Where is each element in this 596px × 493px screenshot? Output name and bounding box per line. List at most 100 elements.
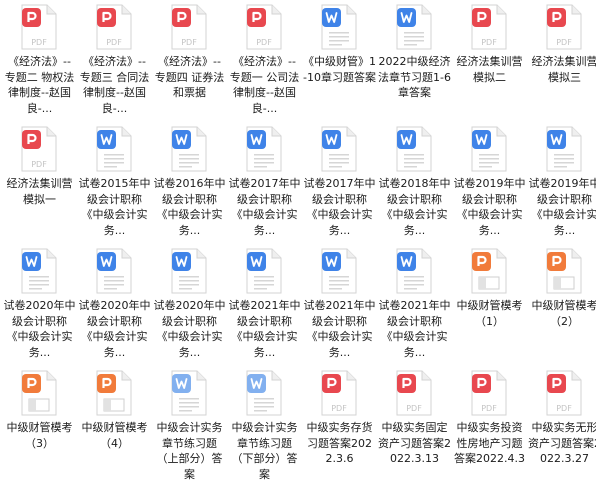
pdf-icon: PDF xyxy=(246,4,282,50)
file-name: 试卷2020年中级会计职称《中级会计实务... xyxy=(153,299,226,359)
file-item[interactable]: 试卷2018年中级会计职称《中级会计实务... xyxy=(377,122,452,244)
pdf-icon: PDF xyxy=(321,370,357,416)
word-icon xyxy=(171,248,207,294)
file-item[interactable]: 试卷2020年中级会计职称《中级会计实务... xyxy=(2,244,77,366)
file-name: 中级财管模考（2） xyxy=(531,299,596,328)
pdf-caption: PDF xyxy=(106,38,122,47)
file-item[interactable]: PDF 中级实务无形资产习题答案2022.3.27 xyxy=(527,366,596,488)
pdf-icon: PDF xyxy=(471,370,507,416)
file-item[interactable]: PDF 《经济法》--专题一 公司法律制度--赵国良-... xyxy=(227,0,302,122)
file-name: 经济法集训营模拟一 xyxy=(6,177,73,206)
word-icon xyxy=(546,126,582,172)
ppt-icon xyxy=(96,370,132,416)
file-item[interactable]: 中级财管模考（2） xyxy=(527,244,596,366)
pdf-caption: PDF xyxy=(556,38,572,47)
file-item[interactable]: 试卷2017年中级会计职称《中级会计实务... xyxy=(302,122,377,244)
file-name: 试卷2020年中级会计职称《中级会计实务... xyxy=(78,299,151,359)
pdf-file-icon: PDF xyxy=(96,4,132,50)
pdf-caption: PDF xyxy=(31,160,47,169)
word-file-icon xyxy=(396,248,432,294)
word-icon xyxy=(96,126,132,172)
file-name: 2022中级经济法章节习题1-6章答案 xyxy=(378,55,451,99)
pdf-icon: PDF xyxy=(96,4,132,50)
file-name: 《经济法》--专题三 合同法律制度--赵国良-... xyxy=(79,55,150,115)
file-item[interactable]: 试卷2019年中级会计职称《中级会计实务... xyxy=(452,122,527,244)
file-name: 试卷2020年中级会计职称《中级会计实务... xyxy=(3,299,76,359)
file-item[interactable]: 中级财管模考（4） xyxy=(77,366,152,488)
file-item[interactable]: 中级会计实务章节练习题（上部分）答案 xyxy=(152,366,227,488)
word-file-icon xyxy=(171,248,207,294)
pdf-icon: PDF xyxy=(471,4,507,50)
file-item[interactable]: 中级财管模考（3） xyxy=(2,366,77,488)
word-file-icon xyxy=(396,4,432,50)
file-item[interactable]: PDF 《经济法》--专题四 证券法和票据 xyxy=(152,0,227,122)
file-item[interactable]: PDF 中级实务固定资产习题答案2022.3.13 xyxy=(377,366,452,488)
ppt-file-icon xyxy=(21,370,57,416)
word-light-file-icon xyxy=(246,370,282,416)
file-item[interactable]: PDF 中级实务投资性房地产习题答案2022.4.3 xyxy=(452,366,527,488)
word-file-icon xyxy=(171,126,207,172)
file-name: 试卷2021年中级会计职称《中级会计实务... xyxy=(228,299,301,359)
file-item[interactable]: 《中级财管》1-10章习题答案 xyxy=(302,0,377,122)
pdf-icon: PDF xyxy=(171,4,207,50)
pdf-icon: PDF xyxy=(546,4,582,50)
word-icon xyxy=(471,126,507,172)
pdf-icon: PDF xyxy=(21,4,57,50)
file-name: 《中级财管》1-10章习题答案 xyxy=(303,55,376,84)
file-item[interactable]: PDF 《经济法》--专题三 合同法律制度--赵国良-... xyxy=(77,0,152,122)
file-item[interactable]: 试卷2021年中级会计职称《中级会计实务... xyxy=(377,244,452,366)
ppt-icon xyxy=(21,370,57,416)
file-item[interactable]: PDF 经济法集训营模拟二 xyxy=(452,0,527,122)
word-icon xyxy=(321,126,357,172)
file-item[interactable]: PDF 经济法集训营模拟三 xyxy=(527,0,596,122)
file-name: 中级实务投资性房地产习题答案2022.4.3 xyxy=(454,421,525,465)
pdf-caption: PDF xyxy=(331,404,347,413)
pdf-caption: PDF xyxy=(481,404,497,413)
pdf-file-icon: PDF xyxy=(321,370,357,416)
file-name: 中级实务固定资产习题答案2022.3.13 xyxy=(378,421,451,465)
file-item[interactable]: 中级会计实务章节练习题（下部分）答案 xyxy=(227,366,302,488)
word-file-icon xyxy=(96,248,132,294)
file-item[interactable]: PDF 经济法集训营模拟一 xyxy=(2,122,77,244)
file-item[interactable]: 2022中级经济法章节习题1-6章答案 xyxy=(377,0,452,122)
word-icon xyxy=(171,126,207,172)
ppt-file-icon xyxy=(471,248,507,294)
file-name: 中级会计实务章节练习题（上部分）答案 xyxy=(156,421,223,481)
word-file-icon xyxy=(21,248,57,294)
pdf-icon: PDF xyxy=(21,126,57,172)
pdf-icon: PDF xyxy=(396,370,432,416)
pdf-caption: PDF xyxy=(181,38,197,47)
file-item[interactable]: PDF 《经济法》--专题二 物权法律制度--赵国良-... xyxy=(2,0,77,122)
pdf-file-icon: PDF xyxy=(171,4,207,50)
word-file-icon xyxy=(321,4,357,50)
file-name: 《经济法》--专题二 物权法律制度--赵国良-... xyxy=(4,55,75,115)
file-item[interactable]: 试卷2017年中级会计职称《中级会计实务... xyxy=(227,122,302,244)
file-name: 中级财管模考（4） xyxy=(81,421,148,450)
file-name: 试卷2018年中级会计职称《中级会计实务... xyxy=(378,177,451,237)
file-name: 中级财管模考（3） xyxy=(6,421,73,450)
file-item[interactable]: PDF 中级实务存货习题答案2022.3.6 xyxy=(302,366,377,488)
file-item[interactable]: 试卷2020年中级会计职称《中级会计实务... xyxy=(77,244,152,366)
file-name: 中级会计实务章节练习题（下部分）答案 xyxy=(231,421,298,481)
word-icon xyxy=(96,248,132,294)
file-name: 试卷2019年中级会计职称《中级会计实务... xyxy=(453,177,526,237)
file-item[interactable]: 中级财管模考（1） xyxy=(452,244,527,366)
file-item[interactable]: 试卷2021年中级会计职称《中级会计实务... xyxy=(227,244,302,366)
pdf-caption: PDF xyxy=(406,404,422,413)
file-item[interactable]: 试卷2015年中级会计职称《中级会计实务... xyxy=(77,122,152,244)
file-item[interactable]: 试卷2016年中级会计职称《中级会计实务... xyxy=(152,122,227,244)
file-name: 试卷2021年中级会计职称《中级会计实务... xyxy=(303,299,376,359)
word-light-file-icon xyxy=(171,370,207,416)
pdf-file-icon: PDF xyxy=(21,126,57,172)
file-item[interactable]: 试卷2019年中级会计职称《中级会计实务... xyxy=(527,122,596,244)
pdf-file-icon: PDF xyxy=(246,4,282,50)
file-name: 试卷2017年中级会计职称《中级会计实务... xyxy=(228,177,301,237)
file-item[interactable]: 试卷2021年中级会计职称《中级会计实务... xyxy=(302,244,377,366)
file-item[interactable]: 试卷2020年中级会计职称《中级会计实务... xyxy=(152,244,227,366)
word-file-icon xyxy=(471,126,507,172)
file-name: 中级实务无形资产习题答案2022.3.27 xyxy=(528,421,596,465)
ppt-file-icon xyxy=(96,370,132,416)
ppt-icon xyxy=(546,248,582,294)
word-icon xyxy=(321,4,357,50)
file-name: 《经济法》--专题一 公司法律制度--赵国良-... xyxy=(229,55,300,115)
